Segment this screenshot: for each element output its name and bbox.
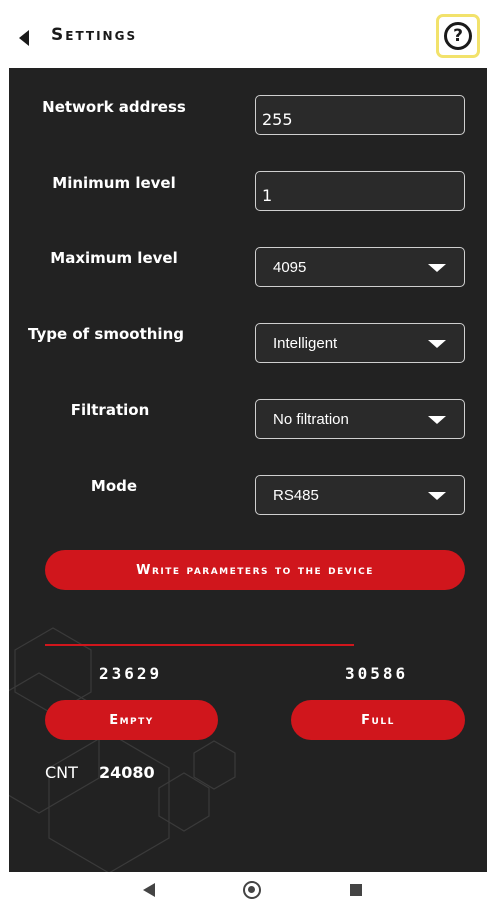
empty-button[interactable]: Empty xyxy=(45,700,218,740)
maximum-level-value: 4095 xyxy=(273,259,307,276)
network-address-input[interactable] xyxy=(255,95,465,135)
system-navigation-bar xyxy=(0,872,488,908)
write-parameters-button[interactable]: Write parameters to the device xyxy=(45,550,465,590)
filtration-label: Filtration xyxy=(70,401,150,419)
cnt-label: CNT xyxy=(45,763,78,782)
mode-select[interactable]: RS485 xyxy=(255,475,465,515)
help-button[interactable]: ? xyxy=(436,14,480,58)
chevron-down-icon xyxy=(428,416,446,424)
chevron-down-icon xyxy=(428,340,446,348)
smoothing-value: Intelligent xyxy=(273,335,338,352)
mode-label: Mode xyxy=(90,477,138,495)
nav-back-icon[interactable] xyxy=(142,882,156,898)
settings-panel: Network address Minimum level Maximum le… xyxy=(9,68,487,872)
app-header: Settings ? xyxy=(9,8,487,68)
maximum-level-label: Maximum level xyxy=(50,249,178,267)
empty-value: 23629 xyxy=(99,664,163,683)
maximum-level-select[interactable]: 4095 xyxy=(255,247,465,287)
back-icon[interactable] xyxy=(17,29,31,47)
nav-home-icon[interactable] xyxy=(243,881,261,899)
nav-recents-icon[interactable] xyxy=(350,884,362,896)
minimum-level-input[interactable] xyxy=(255,171,465,211)
chevron-down-icon xyxy=(428,492,446,500)
filtration-select[interactable]: No filtration xyxy=(255,399,465,439)
network-address-label: Network address xyxy=(42,98,186,116)
cnt-value: 24080 xyxy=(99,763,155,782)
smoothing-label: Type of smoothing xyxy=(28,325,184,343)
mode-value: RS485 xyxy=(273,487,319,504)
smoothing-select[interactable]: Intelligent xyxy=(255,323,465,363)
full-button[interactable]: Full xyxy=(291,700,465,740)
question-mark-icon: ? xyxy=(444,22,472,50)
full-value: 30586 xyxy=(345,664,409,683)
chevron-down-icon xyxy=(428,264,446,272)
divider xyxy=(45,644,354,646)
page-title: Settings xyxy=(51,25,138,45)
filtration-value: No filtration xyxy=(273,411,349,428)
minimum-level-label: Minimum level xyxy=(52,174,176,192)
